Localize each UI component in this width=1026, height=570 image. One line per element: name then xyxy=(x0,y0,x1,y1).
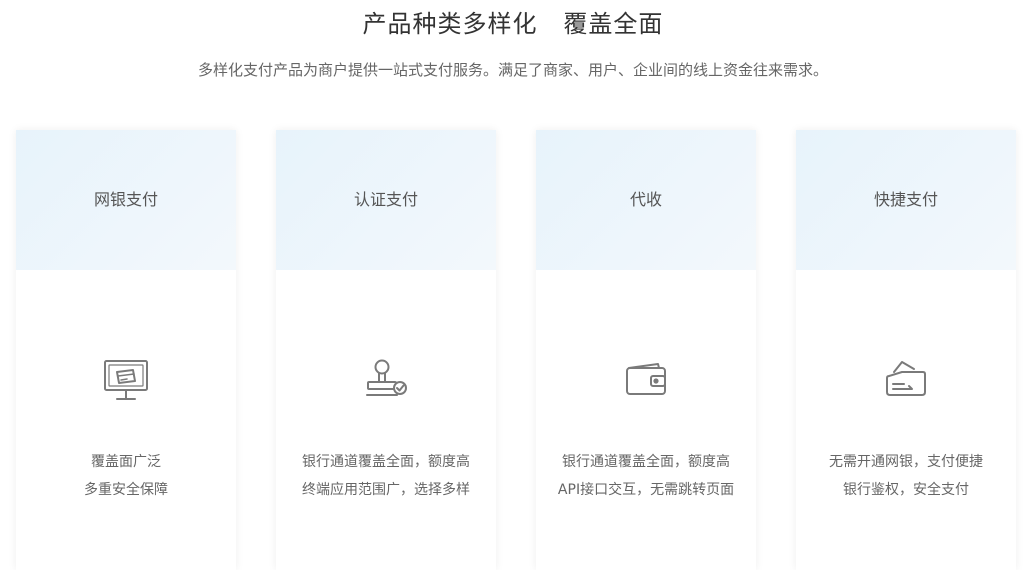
product-cards: 网银支付 覆盖面广泛 多重安全保障 认证支付 银行通道覆盖全面，额度高 终端应用… xyxy=(0,130,1026,570)
card-desc-line: API接口交互，无需跳转页面 xyxy=(557,482,735,498)
card-desc-line: 覆盖面广泛 xyxy=(91,454,161,470)
card-description: 银行通道覆盖全面，额度高 终端应用范围广，选择多样 xyxy=(276,448,496,504)
card-desc-line: 银行鉴权，安全支付 xyxy=(843,482,969,498)
page-title: 产品种类多样化 覆盖全面 xyxy=(362,10,664,38)
card-desc-line: 终端应用范围广，选择多样 xyxy=(302,482,470,498)
product-card-authenticated-payment[interactable]: 认证支付 银行通道覆盖全面，额度高 终端应用范围广，选择多样 xyxy=(276,130,496,570)
product-card-collection[interactable]: 代收 银行通道覆盖全面，额度高 API接口交互，无需跳转页面 xyxy=(536,130,756,570)
card-description: 银行通道覆盖全面，额度高 API接口交互，无需跳转页面 xyxy=(536,448,756,504)
card-desc-line: 银行通道覆盖全面，额度高 xyxy=(562,454,730,470)
product-card-quick-payment[interactable]: 快捷支付 无需开通网银，支付便捷 银行鉴权，安全支付 xyxy=(796,130,1016,570)
card-header: 代收 xyxy=(536,130,756,270)
card-header: 网银支付 xyxy=(16,130,236,270)
page-subtitle: 多样化支付产品为商户提供一站式支付服务。满足了商家、用户、企业间的线上资金往来需… xyxy=(197,61,828,79)
card-description: 无需开通网银，支付便捷 银行鉴权，安全支付 xyxy=(796,448,1016,504)
card-title: 快捷支付 xyxy=(873,190,938,209)
card-description: 覆盖面广泛 多重安全保障 xyxy=(16,448,236,504)
card-header: 认证支付 xyxy=(276,130,496,270)
card-desc-line: 无需开通网银，支付便捷 xyxy=(829,454,983,470)
card-desc-line: 银行通道覆盖全面，额度高 xyxy=(302,454,470,470)
card-title: 代收 xyxy=(629,190,662,209)
card-pocket-icon xyxy=(880,354,932,406)
product-card-online-banking[interactable]: 网银支付 覆盖面广泛 多重安全保障 xyxy=(16,130,236,570)
card-header: 快捷支付 xyxy=(796,130,1016,270)
stamp-check-icon xyxy=(360,354,412,406)
monitor-card-icon xyxy=(100,354,152,406)
card-title: 网银支付 xyxy=(93,190,158,209)
card-desc-line: 多重安全保障 xyxy=(84,482,168,498)
card-title: 认证支付 xyxy=(353,190,418,209)
wallet-icon xyxy=(620,354,672,406)
